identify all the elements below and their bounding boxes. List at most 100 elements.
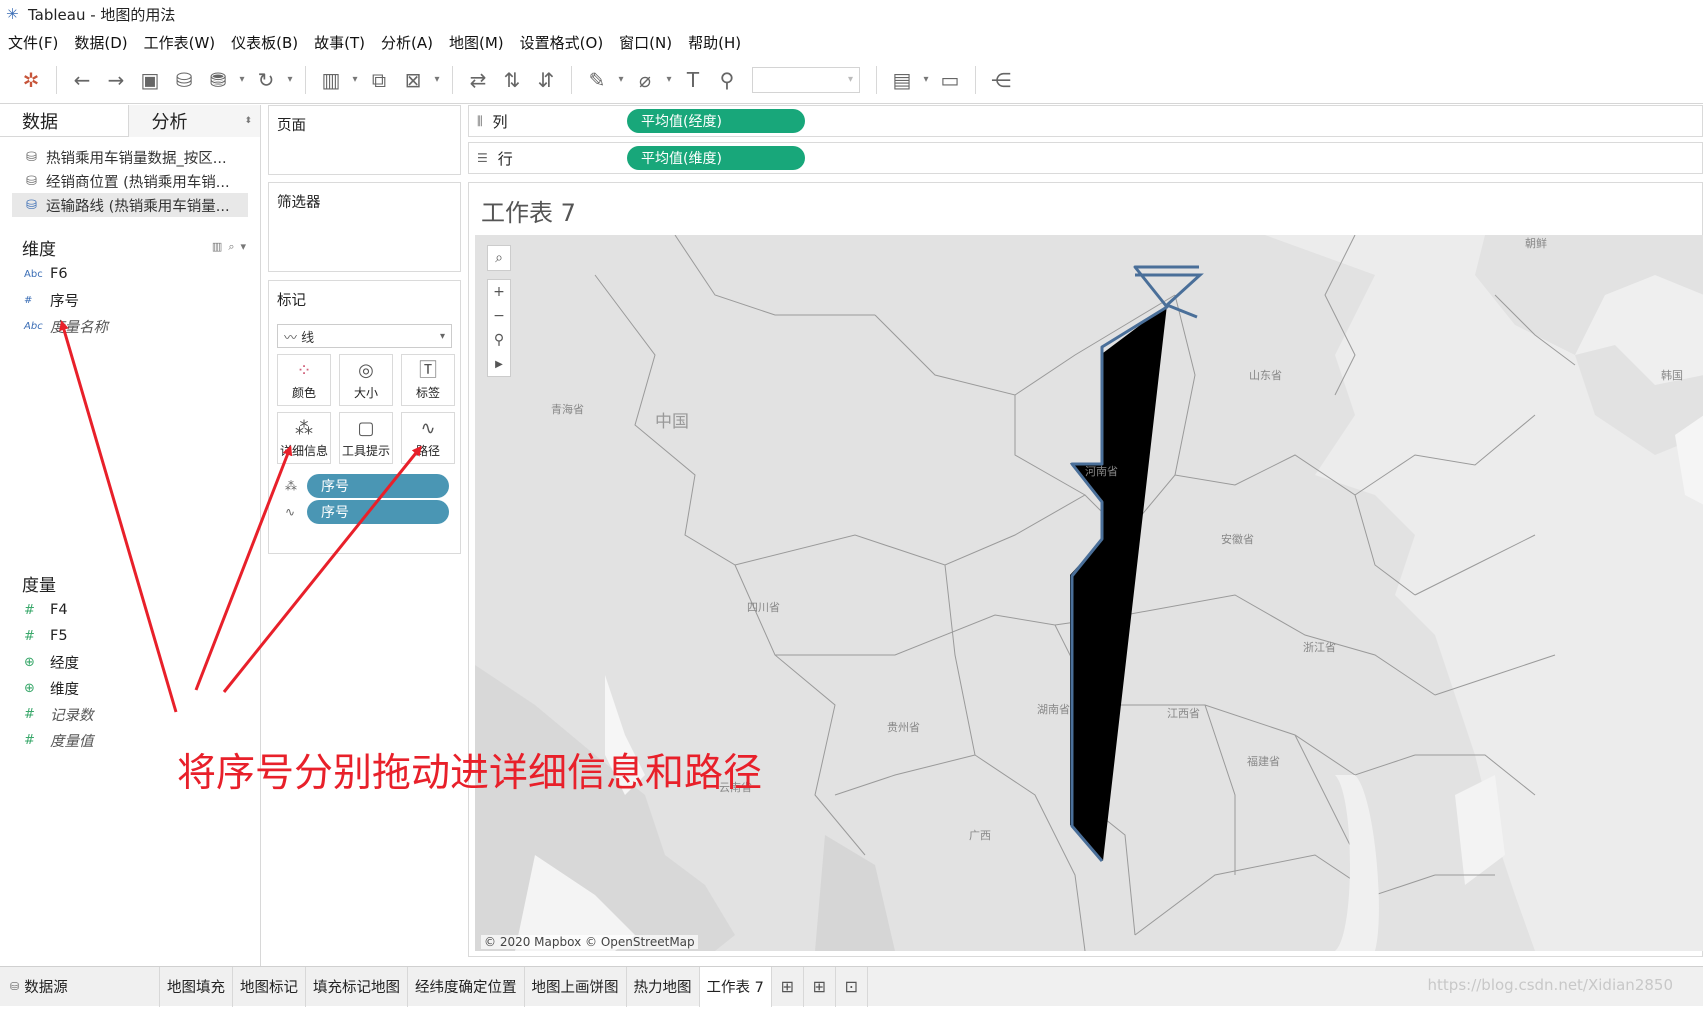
sheet-tab[interactable]: 热力地图 <box>627 966 700 1007</box>
color-button[interactable]: ⁘ 颜色 <box>277 354 331 406</box>
sheet-tab-active[interactable]: 工作表 7 <box>699 966 772 1007</box>
columns-pill[interactable]: 平均值(经度) <box>627 109 805 133</box>
menu-file[interactable]: 文件(F) <box>8 32 58 53</box>
presentation-mode-icon[interactable]: ▭ <box>933 64 967 96</box>
pin-axes-icon[interactable]: ⚲ <box>710 64 744 96</box>
tableau-window: ✳ Tableau - 地图的用法 文件(F) 数据(D) 工作表(W) 仪表板… <box>0 0 1703 1009</box>
pages-card[interactable]: 页面 <box>268 105 461 175</box>
pause-update-icon[interactable]: ⛃ <box>201 64 235 96</box>
measure-field[interactable]: # 记录数 <box>0 701 260 727</box>
map-label: 湖南省 <box>1037 703 1070 716</box>
map-search-control[interactable]: ⌕ <box>487 245 511 271</box>
show-cards-icon[interactable]: ▤ <box>885 64 919 96</box>
columns-shelf[interactable]: ⫼ 列 平均值(经度) <box>468 105 1703 137</box>
fit-selector[interactable]: ▾ <box>752 66 860 93</box>
dimension-field[interactable]: Abc 度量名称 <box>0 313 260 339</box>
dropdown-arrow-icon[interactable]: ▾ <box>348 64 362 96</box>
dimension-field[interactable]: Abc F6 <box>0 261 260 287</box>
label-button[interactable]: 🅃 标签 <box>401 354 455 406</box>
tab-analysis[interactable]: 分析 ⬍ <box>128 105 260 137</box>
dropdown-arrow-icon[interactable]: ▾ <box>614 64 628 96</box>
dropdown-arrow-icon[interactable]: ▾ <box>430 64 444 96</box>
sort-descending-icon[interactable]: ⇵ <box>529 64 563 96</box>
menu-format[interactable]: 设置格式(O) <box>520 32 604 53</box>
sheet-tab[interactable]: 地图标记 <box>233 966 306 1007</box>
measure-field[interactable]: ⊕ 维度 <box>0 675 260 701</box>
line-mark-icon: 〰 <box>284 330 302 346</box>
tooltip-button[interactable]: ▢ 工具提示 <box>339 412 393 464</box>
dimension-tools-icon[interactable]: ▥⌕▾ <box>212 240 252 254</box>
menu-data[interactable]: 数据(D) <box>74 32 127 53</box>
filters-card[interactable]: 筛选器 <box>268 182 461 272</box>
pin-icon[interactable]: ⚲ <box>487 328 511 352</box>
refresh-icon[interactable]: ↻ <box>249 64 283 96</box>
new-story-icon[interactable]: ⊡ <box>836 966 868 1007</box>
datasource-item[interactable]: ⛁ 经销商位置 (热销乘用车销... <box>0 169 260 193</box>
duplicate-sheet-icon[interactable]: ⧉ <box>362 64 396 96</box>
worksheet-title[interactable]: 工作表 7 <box>481 193 576 228</box>
dropdown-arrow-icon[interactable]: ▾ <box>919 64 933 96</box>
highlight-icon[interactable]: ✎ <box>580 64 614 96</box>
menu-analysis[interactable]: 分析(A) <box>381 32 433 53</box>
size-button[interactable]: ◎ 大小 <box>339 354 393 406</box>
new-worksheet-icon[interactable]: ⊞ <box>772 966 804 1007</box>
swap-rows-columns-icon[interactable]: ⇄ <box>461 64 495 96</box>
dropdown-arrow-icon[interactable]: ▾ <box>283 64 297 96</box>
route-path[interactable] <box>1070 265 1199 862</box>
tableau-logo-icon: ✳ <box>6 5 19 23</box>
search-icon[interactable]: ⌕ <box>487 246 511 270</box>
rows-shelf[interactable]: ☰ 行 平均值(维度) <box>468 142 1703 174</box>
measure-field[interactable]: # F4 <box>0 597 260 623</box>
sheet-tab[interactable]: 填充标记地图 <box>306 966 408 1007</box>
measure-field[interactable]: ⊕ 经度 <box>0 649 260 675</box>
clear-sheet-icon[interactable]: ⊠ <box>396 64 430 96</box>
menu-window[interactable]: 窗口(N) <box>619 32 672 53</box>
menu-help[interactable]: 帮助(H) <box>688 32 741 53</box>
share-icon[interactable]: ⋲ <box>984 64 1018 96</box>
detail-pill[interactable]: 序号 <box>307 474 449 498</box>
menu-worksheet[interactable]: 工作表(W) <box>144 32 216 53</box>
menu-story[interactable]: 故事(T) <box>314 32 365 53</box>
field-name: 经度 <box>50 655 79 672</box>
zoom-in-icon[interactable]: + <box>487 280 511 304</box>
field-name: 维度 <box>50 681 79 698</box>
undo-icon[interactable]: ← <box>65 64 99 96</box>
play-arrow-icon[interactable]: ▶ <box>487 352 511 376</box>
dropdown-arrow-icon[interactable]: ▾ <box>662 64 676 96</box>
dimension-field[interactable]: # 序号 <box>0 287 260 313</box>
dropdown-arrow-icon[interactable]: ▾ <box>235 64 249 96</box>
sheet-tab[interactable]: 地图填充 <box>160 966 233 1007</box>
mark-type-select[interactable]: 〰 线 ▾ <box>277 324 452 348</box>
show-mark-labels-icon[interactable]: T <box>676 64 710 96</box>
tableau-home-icon[interactable]: ✲ <box>14 64 48 96</box>
redo-icon[interactable]: → <box>99 64 133 96</box>
map-canvas[interactable]: ⌕ + − ⚲ ▶ 中国 青海省 四川省 云南省 贵州省 广西 湖南省 河南省 … <box>475 235 1703 951</box>
zoom-out-icon[interactable]: − <box>487 304 511 328</box>
title-bar: ✳ Tableau - 地图的用法 <box>0 0 1703 28</box>
map-attribution: © 2020 Mapbox © OpenStreetMap <box>481 935 698 949</box>
rows-pill[interactable]: 平均值(维度) <box>627 146 805 170</box>
dimensions-header: 维度 ▥⌕▾ <box>0 233 260 261</box>
sort-ascending-icon[interactable]: ⇅ <box>495 64 529 96</box>
tab-data[interactable]: 数据 <box>0 105 128 137</box>
menu-dashboard[interactable]: 仪表板(B) <box>231 32 298 53</box>
string-type-icon: Abc <box>24 268 43 280</box>
new-worksheet-icon[interactable]: ▥ <box>314 64 348 96</box>
detail-button[interactable]: ⁂ 详细信息 <box>277 412 331 464</box>
new-dashboard-icon[interactable]: ⊞ <box>804 966 836 1007</box>
measure-field[interactable]: # F5 <box>0 623 260 649</box>
datasource-item[interactable]: ⛁ 热销乘用车销量数据_按区... <box>0 145 260 169</box>
new-datasource-icon[interactable]: ⛁ <box>167 64 201 96</box>
save-icon[interactable]: ▣ <box>133 64 167 96</box>
worksheet-view: 工作表 7 ⌕ + − ⚲ ▶ 中国 青海省 四川省 云南省 贵州省 广西 湖南… <box>468 182 1703 957</box>
tab-data-source[interactable]: ⛁ 数据源 <box>0 966 160 1007</box>
pages-label: 页面 <box>277 118 306 134</box>
menu-map[interactable]: 地图(M) <box>449 32 504 53</box>
sheet-tab[interactable]: 地图上画饼图 <box>525 966 627 1007</box>
path-pill[interactable]: 序号 <box>307 500 449 524</box>
sheet-tab[interactable]: 经纬度确定位置 <box>408 966 525 1007</box>
watermark: https://blog.csdn.net/Xidian2850 <box>1427 976 1673 994</box>
path-button[interactable]: ∿ 路径 <box>401 412 455 464</box>
group-members-icon[interactable]: ⌀ <box>628 64 662 96</box>
datasource-item-active[interactable]: ⛁ 运输路线 (热销乘用车销量... <box>12 193 248 217</box>
